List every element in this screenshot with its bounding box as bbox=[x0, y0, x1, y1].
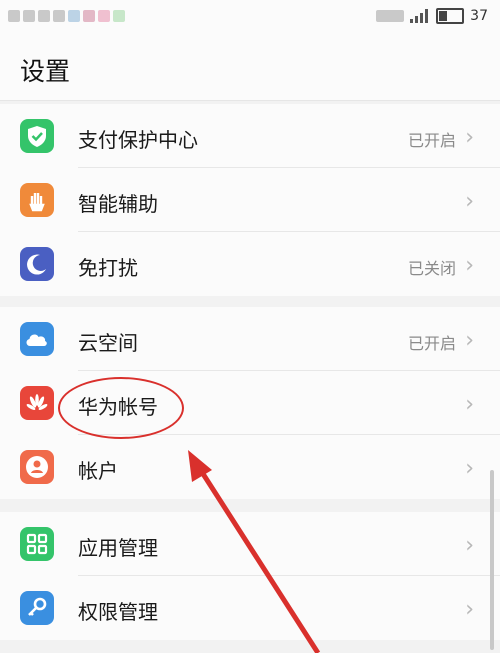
chevron-right-icon: › bbox=[465, 456, 474, 481]
settings-item-accounts[interactable]: 帐户 › bbox=[0, 435, 500, 499]
signal-icon bbox=[410, 9, 430, 23]
settings-item-label: 帐户 bbox=[78, 459, 118, 483]
annotation-circle bbox=[58, 377, 184, 439]
chevron-right-icon: › bbox=[465, 533, 474, 558]
apps-grid-icon bbox=[20, 527, 54, 561]
chevron-right-icon: › bbox=[465, 392, 474, 417]
chevron-right-icon: › bbox=[465, 328, 474, 353]
status-bar: 37 bbox=[0, 0, 500, 34]
settings-item-label: 支付保护中心 bbox=[78, 128, 198, 152]
settings-item-permissions[interactable]: 权限管理 › bbox=[0, 576, 500, 640]
header: 设置 bbox=[0, 34, 500, 101]
settings-group-3: 应用管理 › 权限管理 › bbox=[0, 512, 500, 640]
cloud-icon bbox=[20, 322, 54, 356]
chevron-right-icon: › bbox=[465, 253, 474, 278]
chevron-right-icon: › bbox=[465, 189, 474, 214]
settings-item-label: 云空间 bbox=[78, 331, 138, 355]
settings-group-1: 支付保护中心 已开启 › 智能辅助 › 免打扰 已关闭 › bbox=[0, 104, 500, 296]
hand-icon bbox=[20, 183, 54, 217]
status-indicators: 37 bbox=[376, 8, 488, 24]
shield-check-icon bbox=[20, 119, 54, 153]
battery-icon bbox=[436, 8, 465, 24]
settings-item-value: 已关闭 bbox=[407, 259, 456, 278]
settings-item-label: 智能辅助 bbox=[78, 192, 158, 216]
settings-item-cloud[interactable]: 云空间 已开启 › bbox=[0, 307, 500, 371]
settings-item-label: 权限管理 bbox=[78, 600, 158, 624]
moon-icon bbox=[20, 247, 54, 281]
settings-item-smart-assist[interactable]: 智能辅助 › bbox=[0, 168, 500, 232]
settings-item-label: 免打扰 bbox=[78, 256, 138, 280]
settings-item-payment-protection[interactable]: 支付保护中心 已开启 › bbox=[0, 104, 500, 168]
settings-item-value: 已开启 bbox=[407, 334, 456, 353]
chevron-right-icon: › bbox=[465, 597, 474, 622]
settings-item-do-not-disturb[interactable]: 免打扰 已关闭 › bbox=[0, 232, 500, 296]
huawei-logo-icon bbox=[20, 386, 54, 420]
chevron-right-icon: › bbox=[465, 125, 474, 150]
settings-item-label: 应用管理 bbox=[78, 536, 158, 560]
status-time: 37 bbox=[470, 8, 488, 24]
user-icon bbox=[20, 450, 54, 484]
scrollbar[interactable] bbox=[490, 470, 494, 650]
settings-item-value: 已开启 bbox=[407, 131, 456, 150]
page-title: 设置 bbox=[20, 57, 71, 86]
status-notifications bbox=[8, 10, 125, 22]
settings-item-app-management[interactable]: 应用管理 › bbox=[0, 512, 500, 576]
key-icon bbox=[20, 591, 54, 625]
